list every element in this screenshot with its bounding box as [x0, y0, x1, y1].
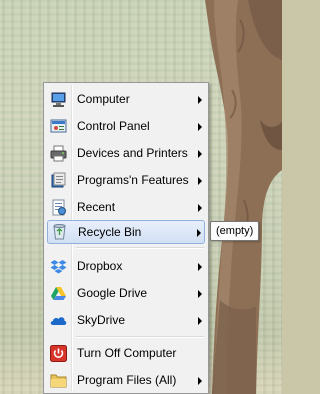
google-drive-icon	[51, 287, 66, 300]
printer-icon	[50, 145, 67, 162]
dropbox-icon	[50, 260, 67, 274]
menu-item-recent[interactable]: Recent	[47, 196, 205, 219]
menu-item-dropbox[interactable]: Dropbox	[47, 255, 205, 278]
submenu-arrow-icon	[198, 290, 202, 298]
menu-item-label: Computer	[77, 92, 130, 106]
menu-item-google-drive[interactable]: Google Drive	[47, 282, 205, 305]
menu-separator	[76, 247, 204, 249]
programs-icon	[51, 172, 66, 188]
menu-separator	[76, 336, 204, 338]
menu-item-label: Dropbox	[77, 259, 123, 273]
submenu-arrow-icon	[197, 229, 201, 237]
recent-icon	[52, 199, 66, 216]
skydrive-icon	[50, 317, 67, 325]
menu-item-label: Control Panel	[77, 119, 150, 133]
menu-item-label: Google Drive	[77, 286, 148, 300]
menu-item-label: SkyDrive	[77, 313, 126, 327]
recycle-bin-submenu-empty: (empty)	[210, 221, 260, 241]
submenu-arrow-icon	[198, 177, 202, 185]
computer-icon	[51, 92, 66, 107]
menu-item-recycle-bin[interactable]: Recycle Bin	[47, 220, 205, 244]
menu-item-program-files[interactable]: Program Files (All)	[47, 369, 205, 392]
submenu-arrow-icon	[198, 204, 202, 212]
menu-item-label: Program Files (All)	[77, 373, 177, 387]
submenu-arrow-icon	[198, 377, 202, 385]
menu-item-skydrive[interactable]: SkyDrive	[47, 309, 205, 332]
menu-item-label: Devices and Printers	[77, 146, 188, 160]
menu-item-programs-features[interactable]: Programs'n Features	[47, 169, 205, 192]
start-menu: Computer Control Panel Devices and Print…	[43, 82, 209, 394]
folder-icon	[50, 374, 67, 388]
menu-item-computer[interactable]: Computer	[47, 88, 205, 111]
recycle-bin-icon	[53, 224, 66, 240]
menu-item-label: Recent	[77, 200, 116, 214]
control-panel-icon	[50, 119, 67, 133]
menu-item-label: Programs'n Features	[77, 173, 189, 187]
menu-item-control-panel[interactable]: Control Panel	[47, 115, 205, 138]
menu-item-label: Recycle Bin	[78, 225, 142, 239]
submenu-arrow-icon	[198, 317, 202, 325]
menu-item-devices-printers[interactable]: Devices and Printers	[47, 142, 205, 165]
submenu-arrow-icon	[198, 123, 202, 131]
submenu-arrow-icon	[198, 263, 202, 271]
power-icon	[50, 345, 67, 362]
menu-item-label: Turn Off Computer	[77, 346, 177, 360]
submenu-arrow-icon	[198, 150, 202, 158]
submenu-arrow-icon	[198, 96, 202, 104]
menu-item-turn-off-computer[interactable]: Turn Off Computer	[47, 342, 205, 365]
